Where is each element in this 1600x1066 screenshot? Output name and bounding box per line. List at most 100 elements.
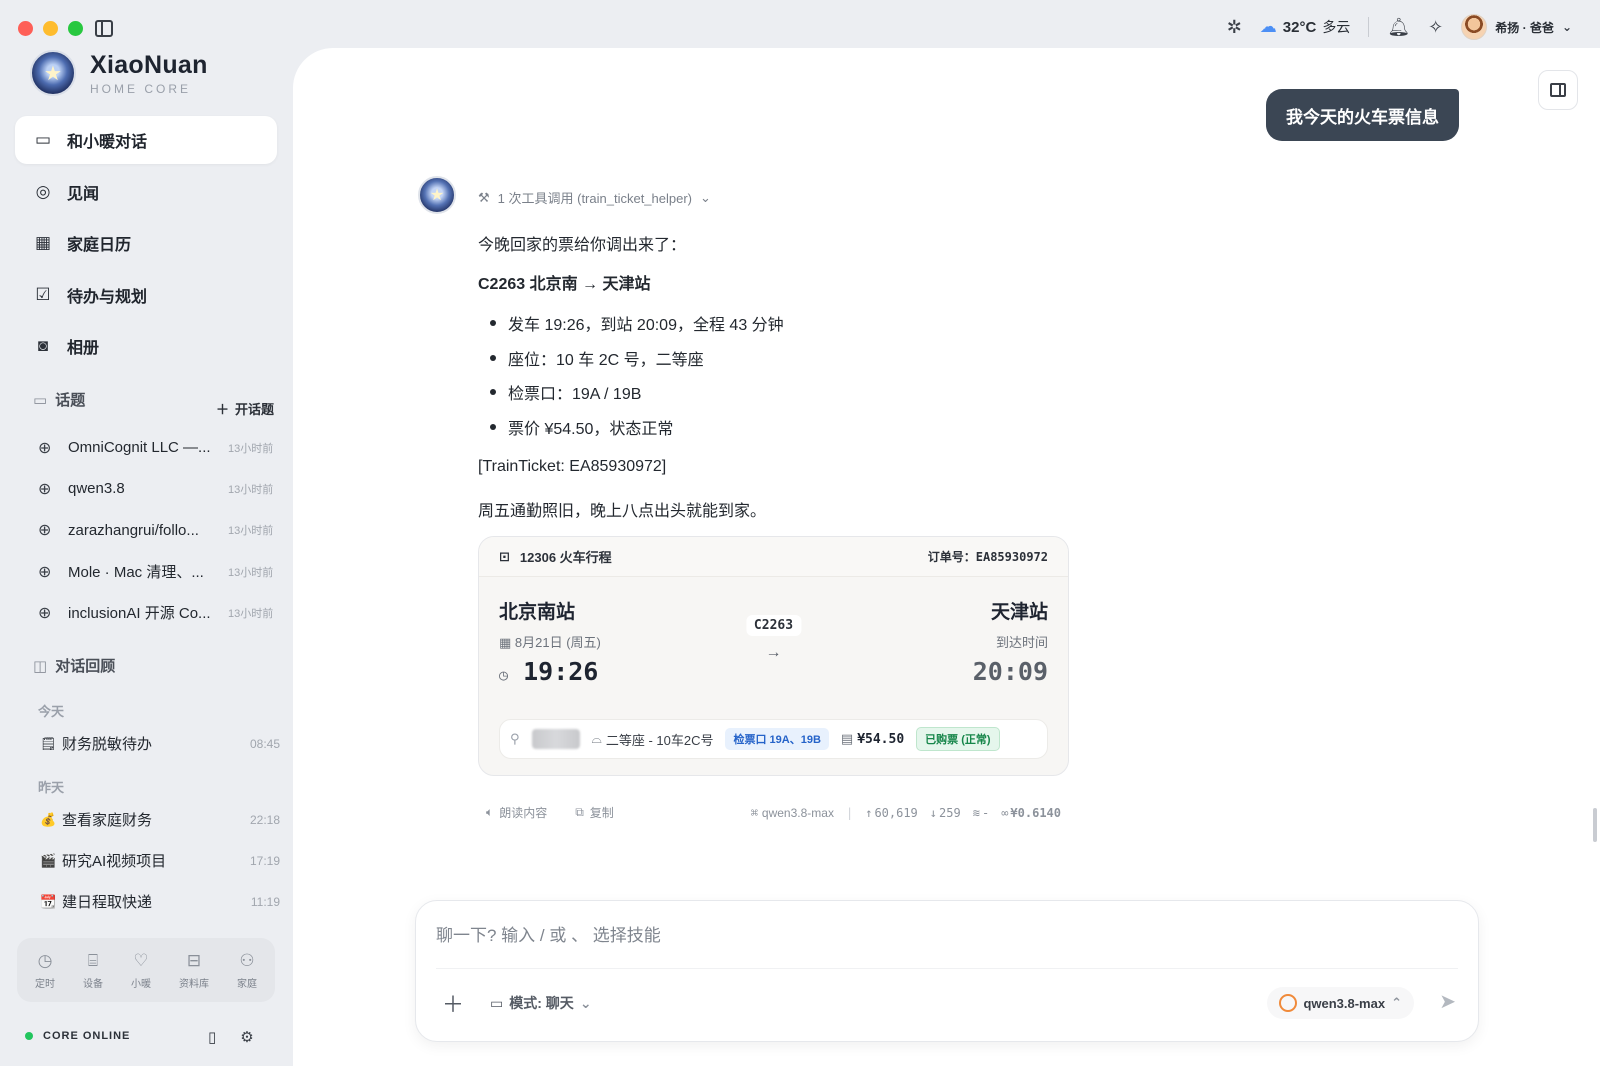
history-item-name: 查看家庭财务 — [62, 812, 153, 829]
main-panel: 我今天的火车票信息 ★ ⚒ 1 次工具调用 (train_ticket_help… — [293, 48, 1600, 1066]
robot-icon: ◫ — [33, 657, 48, 675]
list-item[interactable]: ⊕ Mole · Mac 清理、... 13小时前 — [38, 551, 282, 592]
nav-item-news[interactable]: ◎ 见闻 — [15, 168, 277, 216]
assistant-bullets: 发车 19:26，到站 20:09，全程 43 分钟 座位：10 车 2C 号，… — [478, 306, 784, 444]
scrollbar[interactable] — [1593, 808, 1597, 842]
bug-icon[interactable]: ✲ — [1227, 17, 1242, 38]
departure-time: ◷ 19:26 — [499, 657, 601, 686]
dock-item-library[interactable]: ⊟ 资料库 — [179, 951, 209, 990]
nav-item-calendar[interactable]: ▦ 家庭日历 — [15, 219, 277, 267]
list-item[interactable]: ⊕ OmniCognit LLC —... 13小时前 — [38, 427, 282, 468]
arrow-down-icon: ↓ — [929, 805, 938, 820]
message-actions: 🔈︎ 朗读内容 ⧉ 复制 ⌘ qwen3.8-max | ↑ 60,619 ↓ … — [486, 804, 1061, 821]
camera-icon: ◙ — [37, 336, 49, 355]
chat-input[interactable] — [436, 919, 1436, 953]
history-header: ◫ 对话回顾 — [33, 655, 115, 676]
topic-name: qwen3.8 — [68, 480, 125, 498]
layers-icon: ≋ — [972, 805, 980, 820]
read-aloud-label: 朗读内容 — [499, 806, 548, 820]
sparkle-icon[interactable]: ✧ — [1428, 17, 1443, 38]
dock-item-family[interactable]: ⚇ 家庭 — [237, 951, 257, 990]
list-item[interactable]: 🗒 财务脱敏待办 08:45 — [40, 733, 280, 754]
assistant-intro: 今晚回家的票给你调出来了： — [478, 237, 687, 254]
list-item[interactable]: ⊕ zarazhangrui/follo... 13小时前 — [38, 510, 282, 551]
message-meta: ⌘ qwen3.8-max | ↑ 60,619 ↓ 259 ≋ - ∞ ¥0.… — [751, 806, 1061, 820]
user-message-bubble: 我今天的火车票信息 — [1266, 89, 1459, 141]
topics-title: 话题 — [55, 392, 86, 409]
status-dot — [25, 1032, 33, 1040]
add-attachment-button[interactable]: ＋ — [442, 987, 464, 1019]
ticket-price: ¥54.50 — [857, 731, 905, 747]
dock-item-timer[interactable]: ◷ 定时 — [35, 951, 55, 990]
list-item: 座位：10 车 2C 号，二等座 — [478, 341, 784, 376]
nav-item-label: 待办与规划 — [67, 288, 148, 306]
list-item[interactable]: ⊕ qwen3.8 13小时前 — [38, 468, 282, 509]
list-item[interactable]: 🎬 研究AI视频项目 17:19 — [40, 850, 280, 871]
history-item-name: 财务脱敏待办 — [62, 736, 153, 753]
plus-icon: ＋ — [216, 402, 230, 417]
arrow-right-icon: → — [765, 644, 782, 661]
passenger-name-redacted — [531, 729, 580, 749]
ticket-route: 北京南站 ▦ 8月21日 (周五) ◷ 19:26 C2263 → 天津站 到达… — [499, 597, 1048, 693]
arrival-time: 20:09 — [972, 657, 1048, 686]
dock-item-devices[interactable]: ⌸ 设备 — [83, 951, 103, 990]
list-item[interactable]: 💰 查看家庭财务 22:18 — [40, 809, 280, 830]
gear-icon[interactable]: ⚙ — [240, 1028, 253, 1046]
tablet-icon[interactable]: ▯ — [208, 1028, 216, 1046]
topbar-divider — [1368, 17, 1370, 37]
close-window-button[interactable] — [18, 21, 33, 36]
seat-icon: ⌓ — [591, 731, 602, 746]
sidebar-toggle-icon[interactable] — [95, 20, 113, 37]
dock-item-xiaonuan[interactable]: ♡ 小暖 — [131, 951, 151, 990]
list-item[interactable]: ⊕ inclusionAI 开源 Co... 13小时前 — [38, 592, 282, 633]
topic-name: inclusionAI 开源 Co... — [68, 605, 211, 623]
bell-icon[interactable]: 🔔︎ — [1387, 17, 1410, 38]
calendar-icon: ▦ — [34, 233, 52, 252]
brand-subtitle: HOME CORE — [90, 81, 192, 96]
minimize-window-button[interactable] — [43, 21, 58, 36]
comment-icon: ▭ — [33, 391, 48, 409]
composer-divider — [436, 968, 1458, 969]
train-number: C2263 — [745, 615, 802, 636]
nav-item-album[interactable]: ◙ 相册 — [15, 322, 277, 370]
copy-button[interactable]: ⧉ 复制 — [575, 804, 614, 821]
globe-icon: ⊕ — [38, 522, 52, 540]
mode-label: 模式: 聊天 — [509, 995, 574, 1011]
model-logo-icon — [1279, 994, 1298, 1012]
weather-widget[interactable]: ☁ 32°C 多云 — [1260, 17, 1351, 37]
nav-item-chat[interactable]: ▭ 和小暖对话 — [15, 116, 277, 164]
dock-item-label: 设备 — [83, 978, 103, 990]
tokens-down: 259 — [939, 805, 961, 820]
person-icon: ⚲ — [510, 731, 520, 746]
assistant-avatar: ★ — [418, 176, 456, 214]
user-menu[interactable]: 希扬 · 爸爸 ⌄ — [1461, 14, 1572, 40]
list-item[interactable]: 📆 建日程取快递 11:19 — [40, 891, 280, 912]
arrival-station: 天津站 到达时间 20:09 — [973, 597, 1048, 686]
model-selector[interactable]: qwen3.8-max ⌃ — [1267, 987, 1414, 1019]
chevron-down-icon: ⌄ — [700, 189, 711, 205]
new-topic-label: 开话题 — [235, 402, 275, 417]
read-aloud-button[interactable]: 🔈︎ 朗读内容 — [486, 804, 547, 821]
new-topic-button[interactable]: ＋ 开话题 — [216, 399, 274, 418]
tool-call-toggle[interactable]: ⚒ 1 次工具调用 (train_ticket_helper) ⌄ — [478, 188, 711, 207]
dock-item-label: 家庭 — [237, 978, 257, 990]
order-number: 订单号：EA85930972 — [927, 550, 1048, 564]
tokens-up: 60,619 — [874, 805, 918, 820]
chevron-down-icon: ⌄ — [579, 994, 592, 1011]
maximize-window-button[interactable] — [68, 21, 83, 36]
checkbox-icon: ☑ — [35, 284, 51, 304]
mode-selector[interactable]: ▭ 模式: 聊天 ⌄ — [490, 993, 592, 1013]
brand: ★ XiaoNuan HOME CORE — [30, 50, 208, 96]
to-station-name: 天津站 — [990, 602, 1048, 623]
departure-station: 北京南站 ▦ 8月21日 (周五) ◷ 19:26 — [499, 597, 601, 686]
window-controls — [18, 21, 83, 36]
chevron-down-icon: ⌄ — [1561, 20, 1572, 34]
send-button[interactable]: ➤ — [1439, 989, 1456, 1014]
nav-item-todo[interactable]: ☑ 待办与规划 — [15, 271, 277, 319]
seat-info: 二等座 - 10车2C号 — [605, 732, 714, 748]
money-bag-icon: 💰 — [40, 811, 57, 827]
panel-toggle-button[interactable] — [1538, 70, 1578, 110]
bottom-dock: ◷ 定时 ⌸ 设备 ♡ 小暖 ⊟ 资料库 ⚇ 家庭 — [17, 938, 275, 1002]
globe-icon: ⊕ — [38, 604, 52, 622]
clapper-icon: 🎬 — [40, 852, 57, 868]
